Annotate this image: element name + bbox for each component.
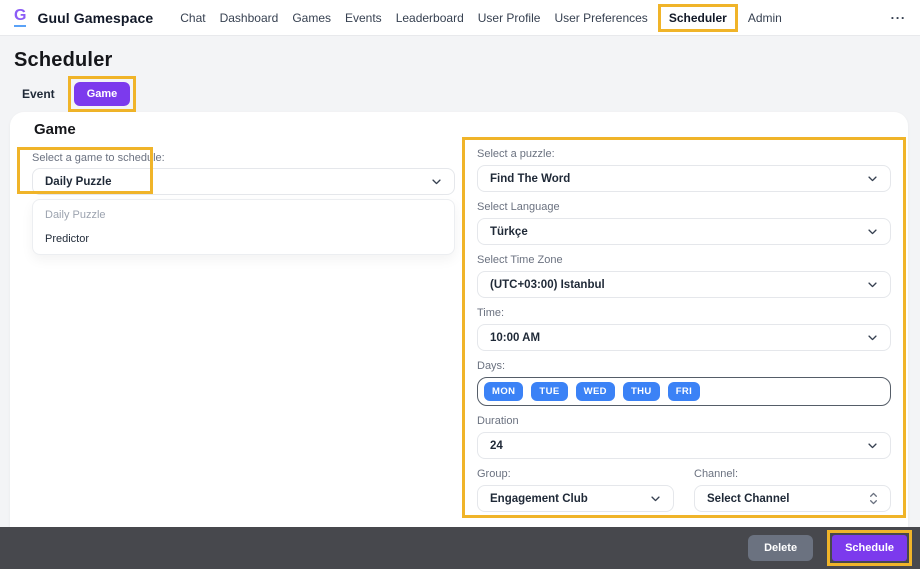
timezone-label: Select Time Zone	[477, 254, 891, 267]
chevron-down-icon	[867, 440, 878, 451]
game-scheduler-card: Game Select a game to schedule: Daily Pu…	[10, 112, 908, 527]
action-bar: Delete Schedule	[0, 527, 920, 569]
nav-item-admin[interactable]: Admin	[741, 11, 789, 25]
puzzle-label: Select a puzzle:	[477, 148, 891, 161]
days-field: Days: MON TUE WED THU FRI	[477, 360, 891, 406]
nav-item-user-profile[interactable]: User Profile	[471, 11, 548, 25]
time-label: Time:	[477, 307, 891, 320]
nav-menu: Chat Dashboard Games Events Leaderboard …	[173, 4, 789, 32]
chevron-down-icon	[431, 176, 442, 187]
day-pill-mon[interactable]: MON	[484, 382, 523, 401]
language-field: Select Language Türkçe	[477, 201, 891, 245]
page-title: Scheduler	[14, 49, 113, 72]
highlight-box-scheduler-nav: Scheduler	[658, 4, 738, 32]
nav-item-user-preferences[interactable]: User Preferences	[547, 11, 654, 25]
puzzle-field: Select a puzzle: Find The Word	[477, 148, 891, 192]
nav-item-chat[interactable]: Chat	[173, 11, 212, 25]
dropdown-option-daily-puzzle[interactable]: Daily Puzzle	[33, 203, 454, 227]
days-container[interactable]: MON TUE WED THU FRI	[477, 377, 891, 406]
day-pill-tue[interactable]: TUE	[531, 382, 567, 401]
day-pill-fri[interactable]: FRI	[668, 382, 701, 401]
game-select-dropdown: Daily Puzzle Predictor	[32, 199, 455, 255]
dropdown-option-predictor[interactable]: Predictor	[33, 227, 454, 251]
card-title: Game	[34, 121, 76, 138]
game-select[interactable]: Daily Puzzle	[32, 168, 455, 195]
game-select-value: Daily Puzzle	[45, 176, 111, 188]
language-select[interactable]: Türkçe	[477, 218, 891, 245]
chevron-down-icon	[867, 173, 878, 184]
day-pill-wed[interactable]: WED	[576, 382, 615, 401]
schedule-button[interactable]: Schedule	[832, 535, 907, 561]
timezone-field: Select Time Zone (UTC+03:00) Istanbul	[477, 254, 891, 298]
chevron-down-icon	[867, 226, 878, 237]
schedule-settings-panel: Select a puzzle: Find The Word Select La…	[462, 137, 906, 518]
duration-field: Duration 24	[477, 415, 891, 459]
days-label: Days:	[477, 360, 891, 373]
chevron-down-icon	[867, 332, 878, 343]
top-navbar: G Guul Gamespace Chat Dashboard Games Ev…	[0, 0, 920, 36]
chevron-down-icon	[867, 279, 878, 290]
highlight-box-schedule-button: Schedule	[827, 530, 912, 566]
group-field: Group: Engagement Club	[477, 468, 674, 512]
language-select-value: Türkçe	[490, 226, 528, 238]
channel-label: Channel:	[694, 468, 891, 481]
timezone-select[interactable]: (UTC+03:00) Istanbul	[477, 271, 891, 298]
day-pill-thu[interactable]: THU	[623, 382, 660, 401]
language-label: Select Language	[477, 201, 891, 214]
group-select-value: Engagement Club	[490, 493, 588, 505]
nav-item-events[interactable]: Events	[338, 11, 389, 25]
chevron-down-icon	[650, 493, 661, 504]
highlight-box-game-tab: Game	[68, 76, 137, 112]
duration-label: Duration	[477, 415, 891, 428]
group-channel-row: Group: Engagement Club Channel: Select C…	[477, 468, 891, 512]
app-logo-icon[interactable]: G	[14, 8, 26, 27]
nav-item-games[interactable]: Games	[285, 11, 338, 25]
delete-button[interactable]: Delete	[748, 535, 813, 561]
brand-title: Guul Gamespace	[37, 10, 153, 26]
duration-select-value: 24	[490, 440, 503, 452]
group-select[interactable]: Engagement Club	[477, 485, 674, 512]
nav-item-leaderboard[interactable]: Leaderboard	[389, 11, 471, 25]
time-select-value: 10:00 AM	[490, 332, 540, 344]
channel-field: Channel: Select Channel	[694, 468, 891, 512]
time-field: Time: 10:00 AM	[477, 307, 891, 351]
nav-item-dashboard[interactable]: Dashboard	[213, 11, 286, 25]
channel-select-value: Select Channel	[707, 493, 789, 505]
tab-game[interactable]: Game	[74, 82, 131, 106]
game-select-label: Select a game to schedule:	[32, 152, 165, 165]
more-options-icon[interactable]: ...	[891, 15, 906, 21]
nav-item-scheduler[interactable]: Scheduler	[666, 11, 730, 25]
puzzle-select[interactable]: Find The Word	[477, 165, 891, 192]
channel-select[interactable]: Select Channel	[694, 485, 891, 512]
timezone-select-value: (UTC+03:00) Istanbul	[490, 279, 605, 291]
duration-select[interactable]: 24	[477, 432, 891, 459]
scheduler-tabs: Event Game	[14, 76, 136, 112]
time-select[interactable]: 10:00 AM	[477, 324, 891, 351]
up-down-stepper-icon	[869, 491, 878, 506]
puzzle-select-value: Find The Word	[490, 173, 570, 185]
group-label: Group:	[477, 468, 674, 481]
tab-event[interactable]: Event	[14, 81, 63, 107]
